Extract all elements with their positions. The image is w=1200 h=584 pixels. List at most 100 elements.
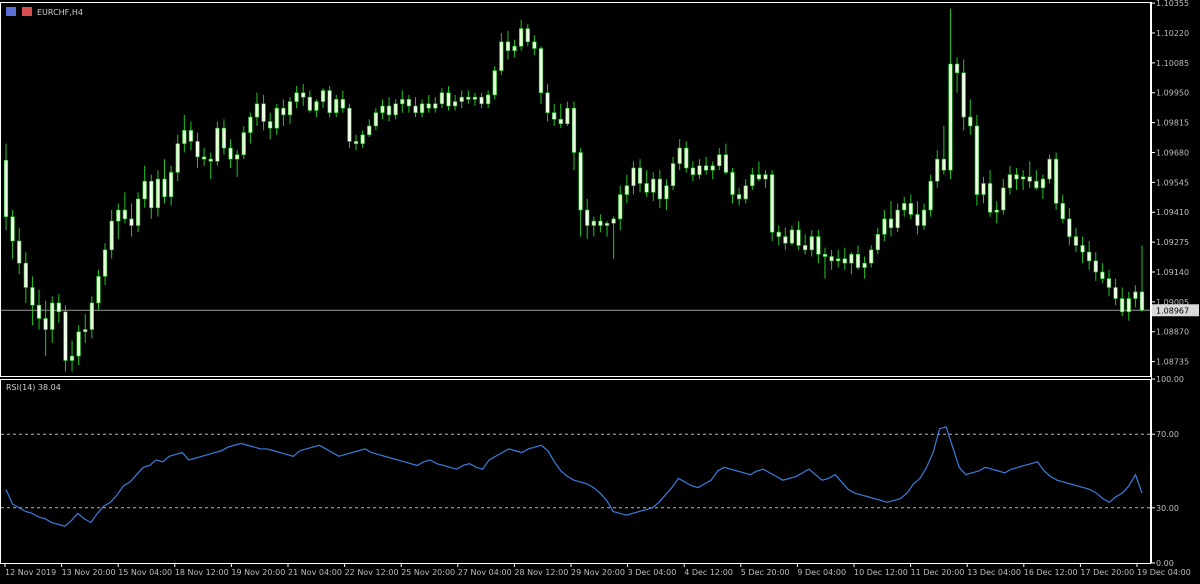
price-axis-label: 1.10220 xyxy=(1156,29,1189,38)
chart-canvas: 1.10355 1.10220 1.10085 1.09950 1.09815 1.096… xyxy=(0,0,1199,577)
candle-body xyxy=(17,240,22,264)
candle-body xyxy=(228,147,233,160)
candle-body xyxy=(155,178,161,209)
candle-body xyxy=(36,304,42,319)
candle-body xyxy=(604,223,610,226)
candle-body xyxy=(578,152,583,211)
rsi-axis-label: 100.00 xyxy=(1156,375,1184,384)
price-panel: 1.10355 1.10220 1.10085 1.09950 1.09815 1.096… xyxy=(1,0,1199,372)
candle-body xyxy=(519,28,524,47)
time-axis-label: 19 Nov 20:00 xyxy=(231,568,285,577)
time-axis: 12 Nov 2019 13 Nov 20:00 15 Nov 04:00 18 No… xyxy=(4,563,1191,577)
candle-body xyxy=(809,236,814,251)
candle-body xyxy=(1139,291,1145,311)
candle-body xyxy=(221,127,227,149)
candle-body xyxy=(175,143,180,173)
candle-body xyxy=(281,107,286,116)
candle-body xyxy=(1040,178,1046,189)
price-axis-label: 1.09410 xyxy=(1156,208,1189,217)
candle-body xyxy=(624,185,629,195)
candle-body xyxy=(869,249,874,264)
candle-body xyxy=(1020,176,1026,180)
candle-body xyxy=(842,258,847,264)
candle-body xyxy=(1093,260,1098,273)
candle-body xyxy=(235,154,240,160)
rsi-line xyxy=(5,426,1143,527)
candle-body xyxy=(3,159,9,217)
candle-body xyxy=(162,178,167,198)
chart-borders xyxy=(0,2,1152,564)
candle-body xyxy=(182,130,187,144)
candle-body xyxy=(1080,245,1085,253)
candle-body xyxy=(770,174,775,233)
candle-body xyxy=(459,96,464,102)
candle-body xyxy=(63,311,68,361)
candle-body xyxy=(30,287,35,306)
time-axis-label: 9 Dec 04:00 xyxy=(797,568,846,577)
time-axis-label: 27 Nov 04:00 xyxy=(458,568,512,577)
rsi-axis-label: 0.00 xyxy=(1156,559,1174,568)
time-axis-label: 4 Dec 12:00 xyxy=(684,568,733,577)
candle-body xyxy=(822,253,828,257)
candle-body xyxy=(816,236,821,255)
candle-body xyxy=(142,180,147,200)
candle-body xyxy=(169,172,174,198)
candle-body xyxy=(1007,174,1013,189)
current-price-label: 1.08967 xyxy=(1156,306,1189,315)
candle-body xyxy=(961,72,966,118)
candle-body xyxy=(928,180,933,211)
candle-body xyxy=(102,249,108,277)
candle-body xyxy=(327,90,332,113)
candle-body xyxy=(1133,291,1138,299)
candle-body xyxy=(538,48,544,94)
candle-body xyxy=(413,105,418,113)
chart-header-icon-a xyxy=(6,7,16,16)
candle-body xyxy=(941,158,946,171)
time-axis-label: 16 Dec 12:00 xyxy=(1024,568,1078,577)
candle-body xyxy=(908,203,913,215)
candle-body xyxy=(446,92,451,107)
candle-body xyxy=(684,147,689,169)
candle-body xyxy=(419,103,425,113)
candle-body xyxy=(287,101,293,116)
candle-body xyxy=(69,355,75,361)
candle-body xyxy=(76,331,81,357)
candle-body xyxy=(637,167,643,184)
candle-body xyxy=(50,302,55,330)
candle-body xyxy=(307,96,312,111)
candle-body xyxy=(717,154,722,167)
candle-body xyxy=(301,92,306,98)
candle-body xyxy=(83,329,88,333)
price-axis-label: 1.09545 xyxy=(1156,178,1189,187)
candle-body xyxy=(479,96,484,105)
candle-body xyxy=(664,185,669,200)
time-axis-label: 19 Dec 04:00 xyxy=(1137,568,1191,577)
candle-body xyxy=(274,107,279,129)
candle-body xyxy=(750,174,755,186)
candle-body xyxy=(261,103,266,122)
candle-body xyxy=(558,118,563,125)
candle-body xyxy=(452,101,458,107)
candle-body xyxy=(948,63,953,171)
candle-body xyxy=(552,112,557,120)
candle-body xyxy=(836,258,841,262)
candle-body xyxy=(334,99,339,113)
candle-body xyxy=(730,172,735,195)
candle-body xyxy=(122,209,128,220)
candle-body xyxy=(215,127,220,162)
time-axis-label: 13 Dec 04:00 xyxy=(967,568,1021,577)
candle-body xyxy=(981,183,986,195)
candle-body xyxy=(849,253,854,264)
candle-body xyxy=(23,262,28,288)
candle-body xyxy=(921,209,927,226)
candle-body xyxy=(736,194,742,200)
candle-body xyxy=(1060,203,1065,220)
candle-body xyxy=(149,180,154,209)
candle-body xyxy=(756,174,762,180)
candle-body xyxy=(89,302,94,330)
candle-body xyxy=(1047,158,1052,180)
price-axis-label: 1.09815 xyxy=(1156,119,1189,128)
candle-body xyxy=(565,107,570,125)
candle-body xyxy=(499,41,504,71)
candle-body xyxy=(406,99,412,107)
